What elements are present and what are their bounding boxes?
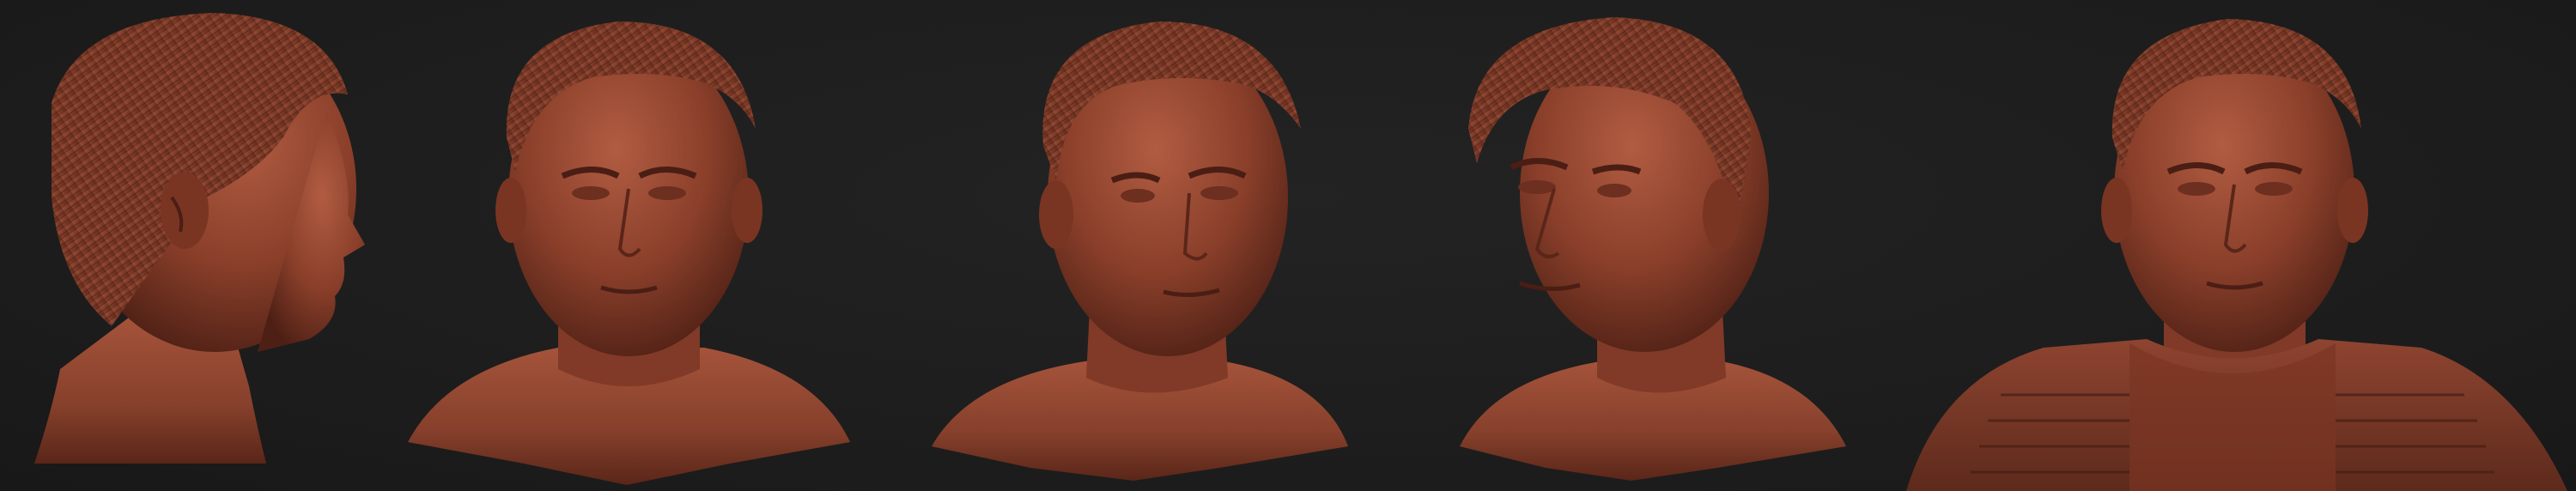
eye-left xyxy=(2178,182,2215,196)
bust-front xyxy=(408,21,850,485)
eye-right xyxy=(1200,186,1238,200)
ear-right xyxy=(2337,178,2368,243)
bust-side-profile xyxy=(34,13,365,464)
ear-right xyxy=(732,178,762,243)
render-canvas xyxy=(0,0,2576,491)
eye-left xyxy=(572,186,610,200)
eye-right xyxy=(2255,182,2293,196)
ear xyxy=(161,172,209,249)
bust-front-vest xyxy=(1906,19,2567,491)
eye-right xyxy=(648,186,686,200)
eye-left xyxy=(1121,189,1155,203)
bust-three-quarter-right xyxy=(932,21,1348,481)
sculpt-renders xyxy=(34,13,2567,491)
eye-right xyxy=(1597,184,1631,197)
ear-left xyxy=(495,178,526,243)
ear xyxy=(1039,180,1073,249)
ear-left xyxy=(2101,178,2132,243)
bust-three-quarter-left xyxy=(1460,17,1846,481)
eye-left xyxy=(1518,180,1556,194)
ear xyxy=(1703,179,1741,251)
